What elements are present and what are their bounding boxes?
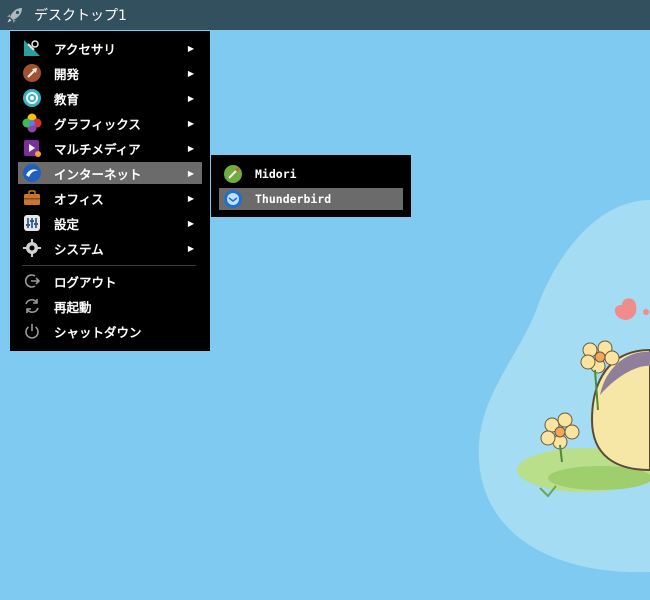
submenu-arrow-icon: ▶ xyxy=(187,43,194,53)
midori-icon xyxy=(223,164,243,184)
submenu-arrow-icon: ▶ xyxy=(187,118,194,128)
menu-item-internet[interactable]: インターネット ▶ xyxy=(18,162,202,184)
menu-item-education[interactable]: 教育 ▶ xyxy=(18,87,202,109)
menu-item-label: インターネット xyxy=(54,166,142,182)
accessories-icon xyxy=(22,38,42,58)
menu-item-development[interactable]: 開発 ▶ xyxy=(18,62,202,84)
menu-item-label: シャットダウン xyxy=(54,324,142,340)
menu-item-graphics[interactable]: グラフィックス ▶ xyxy=(18,112,202,134)
submenu-item-label: Midori xyxy=(255,167,297,181)
submenu-arrow-icon: ▶ xyxy=(187,193,194,203)
submenu-arrow-icon: ▶ xyxy=(187,68,194,78)
menu-item-office[interactable]: オフィス ▶ xyxy=(18,187,202,209)
menu-item-system[interactable]: システム ▶ xyxy=(18,237,202,259)
submenu-arrow-icon: ▶ xyxy=(187,93,194,103)
internet-icon xyxy=(22,163,42,183)
settings-icon xyxy=(22,213,42,233)
submenu-arrow-icon: ▶ xyxy=(187,218,194,228)
menu-item-label: オフィス xyxy=(54,191,104,207)
menu-item-label: マルチメディア xyxy=(54,141,141,157)
menu-item-label: アクセサリ xyxy=(54,41,116,57)
submenu-arrow-icon: ▶ xyxy=(187,143,194,153)
menu-separator xyxy=(22,265,196,266)
launcher-button[interactable] xyxy=(0,0,30,30)
menu-item-shutdown[interactable]: シャットダウン xyxy=(18,320,202,342)
menu-item-label: 開発 xyxy=(54,66,80,82)
menu-item-label: システム xyxy=(54,241,104,257)
shutdown-icon xyxy=(22,321,42,341)
internet-submenu: Midori Thunderbird xyxy=(211,155,411,217)
education-icon xyxy=(22,88,42,108)
menu-item-label: ログアウト xyxy=(54,274,117,290)
submenu-arrow-icon: ▶ xyxy=(187,168,194,178)
menu-item-logout[interactable]: ログアウト xyxy=(18,270,202,292)
submenu-arrow-icon: ▶ xyxy=(187,243,194,253)
taskbar: デスクトップ1 xyxy=(0,0,650,30)
menu-item-label: 設定 xyxy=(54,216,80,232)
menu-item-multimedia[interactable]: マルチメディア ▶ xyxy=(18,137,202,159)
rocket-icon xyxy=(7,8,22,23)
submenu-item-midori[interactable]: Midori xyxy=(219,163,403,185)
system-icon xyxy=(22,238,42,258)
office-icon xyxy=(22,188,42,208)
menu-item-label: グラフィックス xyxy=(54,116,141,132)
multimedia-icon xyxy=(22,138,42,158)
menu-item-accessories[interactable]: アクセサリ ▶ xyxy=(18,37,202,59)
menu-item-restart[interactable]: 再起動 xyxy=(18,295,202,317)
restart-icon xyxy=(22,296,42,316)
menu-item-settings[interactable]: 設定 ▶ xyxy=(18,212,202,234)
application-menu: アクセサリ ▶ 開発 ▶ 教育 ▶ グラフィックス ▶ マルチメディア ▶ イン… xyxy=(10,31,210,351)
submenu-item-thunderbird[interactable]: Thunderbird xyxy=(219,188,403,210)
menu-item-label: 教育 xyxy=(54,91,80,107)
graphics-icon xyxy=(22,113,42,133)
logout-icon xyxy=(22,271,42,291)
menu-item-label: 再起動 xyxy=(54,299,92,315)
thunderbird-icon xyxy=(223,189,243,209)
development-icon xyxy=(22,63,42,83)
submenu-item-label: Thunderbird xyxy=(255,192,332,206)
desktop-switcher-label[interactable]: デスクトップ1 xyxy=(34,5,127,25)
